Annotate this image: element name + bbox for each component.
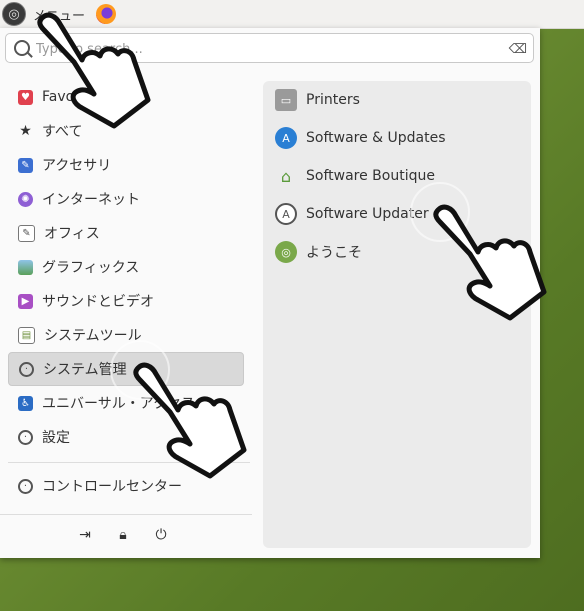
app-software-updates[interactable]: A Software & Updates	[263, 119, 531, 157]
lock-icon[interactable]: 🔒︎	[116, 527, 130, 543]
power-icon[interactable]: ⏻	[154, 527, 168, 543]
category-internet[interactable]: ✺ インターネット	[8, 182, 244, 216]
category-label: インターネット	[42, 192, 140, 208]
session-actions: ⇥ 🔒︎ ⏻	[78, 527, 168, 543]
administration-icon: ·	[19, 361, 34, 377]
app-label: Software & Updates	[306, 130, 446, 146]
office-icon: ✎	[18, 224, 35, 242]
category-office[interactable]: ✎ オフィス	[8, 216, 244, 250]
internet-icon: ✺	[18, 191, 33, 207]
app-label: Printers	[306, 92, 360, 108]
graphics-icon	[18, 259, 33, 275]
welcome-icon: ◎	[275, 241, 297, 263]
pointing-hand-icon	[433, 204, 547, 321]
category-multimedia[interactable]: ▶ サウンドとビデオ	[8, 284, 244, 318]
pointing-hand-icon	[37, 12, 151, 129]
settings-icon: ·	[18, 429, 33, 445]
app-printers[interactable]: ▭ Printers	[263, 81, 531, 119]
updater-icon: A	[275, 203, 297, 225]
search-icon	[14, 40, 30, 56]
boutique-icon: ⌂	[280, 166, 292, 186]
category-graphics[interactable]: グラフィックス	[8, 250, 244, 284]
category-label: 設定	[42, 430, 70, 446]
category-label: グラフィックス	[42, 260, 140, 276]
app-software-boutique[interactable]: ⌂ Software Boutique	[263, 157, 531, 195]
category-accessories[interactable]: ✎ アクセサリ	[8, 148, 244, 182]
software-updates-icon: A	[275, 127, 297, 149]
ubuntu-logo-icon: ◎	[2, 2, 26, 26]
app-label: ようこそ	[306, 245, 362, 261]
category-label: サウンドとビデオ	[42, 294, 154, 310]
printer-icon: ▭	[275, 89, 297, 111]
app-label: Software Boutique	[306, 168, 435, 184]
multimedia-icon: ▶	[18, 293, 33, 309]
clear-icon[interactable]: ⌫	[509, 42, 527, 57]
divider	[0, 514, 252, 515]
logout-icon[interactable]: ⇥	[78, 527, 92, 543]
category-label: アクセサリ	[42, 158, 112, 174]
system-tools-icon: ▤	[18, 326, 35, 344]
accessories-icon: ✎	[18, 157, 33, 173]
category-label: オフィス	[44, 226, 100, 242]
control-center-icon: ·	[18, 478, 33, 494]
accessibility-icon: ♿	[18, 395, 33, 411]
pointing-hand-icon	[133, 362, 247, 479]
